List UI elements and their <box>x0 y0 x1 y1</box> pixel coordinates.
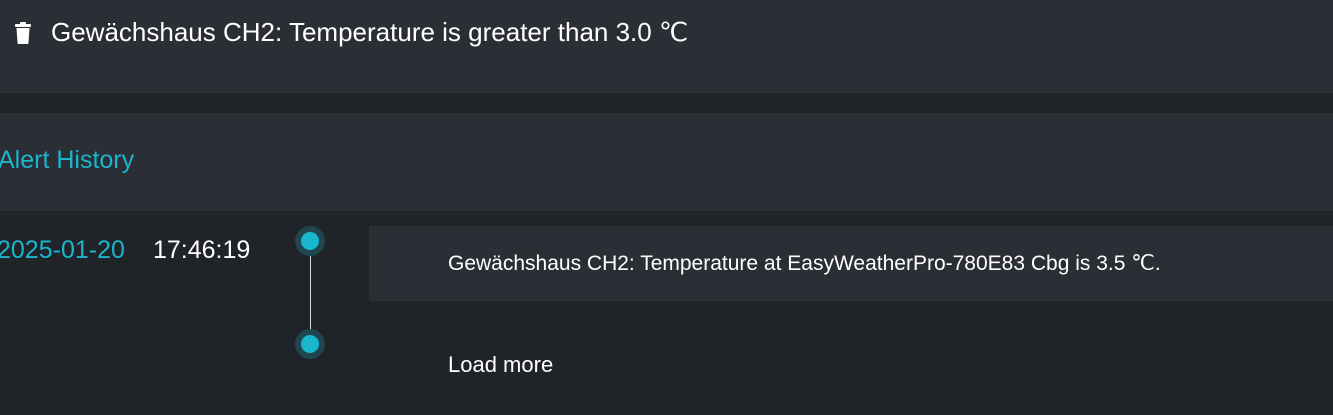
event-time: 17:46:19 <box>153 236 251 264</box>
event-date: 2025-01-20 <box>0 236 125 264</box>
alert-history-title: Alert History <box>0 146 135 174</box>
timeline-dot <box>301 232 319 250</box>
page-title: Gewächshaus CH2: Temperature is greater … <box>51 17 689 47</box>
timeline-line <box>310 241 311 344</box>
load-more-button[interactable]: Load more <box>448 352 553 378</box>
alert-history-section: Alert History <box>0 113 1333 211</box>
trash-icon[interactable] <box>14 22 32 44</box>
timeline-dot-end <box>301 335 319 353</box>
event-message: Gewächshaus CH2: Temperature at EasyWeat… <box>448 252 1161 275</box>
event-card: Gewächshaus CH2: Temperature at EasyWeat… <box>369 226 1333 301</box>
alert-header: Gewächshaus CH2: Temperature is greater … <box>0 0 1333 93</box>
